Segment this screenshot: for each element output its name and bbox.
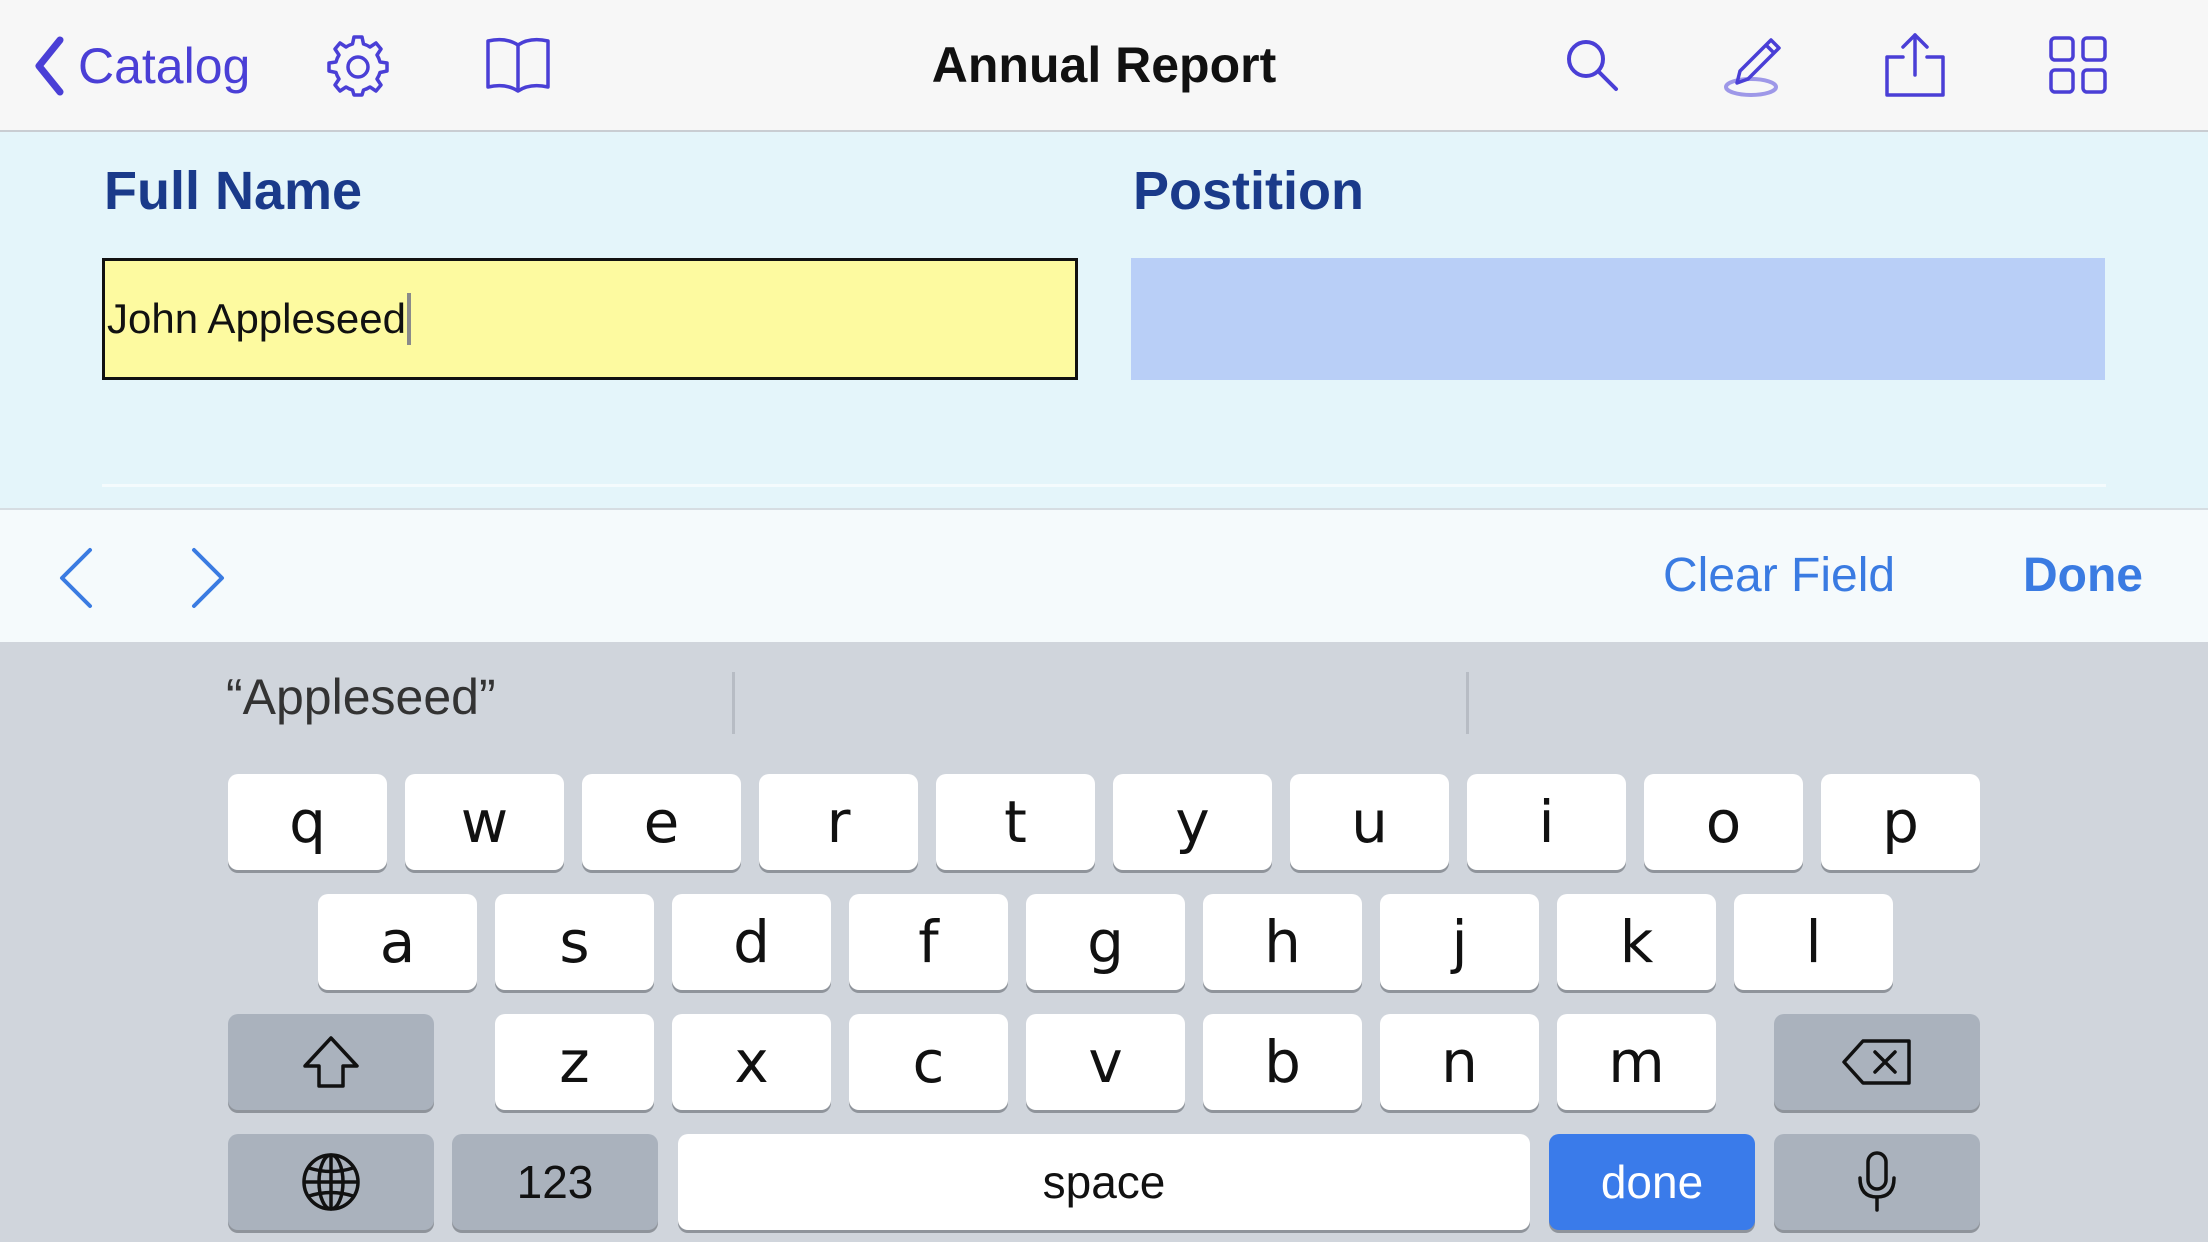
suggestion-divider <box>1466 672 1469 734</box>
shift-icon <box>303 1036 359 1088</box>
key-q[interactable]: q <box>228 774 387 870</box>
full-name-value: John Appleseed <box>107 295 406 342</box>
microphone-icon <box>1858 1151 1896 1212</box>
key-o[interactable]: o <box>1644 774 1803 870</box>
suggestion-1[interactable]: “Appleseed” <box>226 668 496 738</box>
space-key[interactable]: space <box>678 1134 1530 1230</box>
search-button[interactable] <box>1557 30 1627 100</box>
chevron-left-icon <box>35 36 64 96</box>
key-e[interactable]: e <box>582 774 741 870</box>
key-v[interactable]: v <box>1026 1014 1185 1110</box>
gear-icon <box>327 35 389 97</box>
key-h[interactable]: h <box>1203 894 1362 990</box>
key-k[interactable]: k <box>1557 894 1716 990</box>
numbers-key[interactable]: 123 <box>452 1134 658 1230</box>
position-label: Postition <box>1133 161 1364 221</box>
pen-icon <box>1724 38 1781 97</box>
done-button[interactable]: Done <box>2023 548 2143 603</box>
key-s[interactable]: s <box>495 894 654 990</box>
key-r[interactable]: r <box>759 774 918 870</box>
key-n[interactable]: n <box>1380 1014 1539 1110</box>
clear-field-button[interactable]: Clear Field <box>1663 548 1895 603</box>
next-field-button[interactable] <box>176 546 236 610</box>
divider <box>102 484 2106 487</box>
position-field[interactable] <box>1131 258 2105 380</box>
back-button[interactable]: Catalog <box>34 34 250 98</box>
key-a[interactable]: a <box>318 894 477 990</box>
key-j[interactable]: j <box>1380 894 1539 990</box>
key-g[interactable]: g <box>1026 894 1185 990</box>
search-icon <box>1567 40 1618 91</box>
chevron-left-icon <box>60 548 92 608</box>
input-accessory-bar: Clear Field Done <box>0 508 2208 642</box>
globe-icon <box>302 1153 360 1211</box>
grid-icon <box>2049 36 2107 94</box>
shift-key[interactable] <box>228 1014 434 1110</box>
key-p[interactable]: p <box>1821 774 1980 870</box>
back-button-label: Catalog <box>78 38 251 94</box>
share-icon <box>1885 33 1945 97</box>
key-c[interactable]: c <box>849 1014 1008 1110</box>
key-y[interactable]: y <box>1113 774 1272 870</box>
dictation-key[interactable] <box>1774 1134 1980 1230</box>
text-caret <box>406 293 411 345</box>
backspace-icon <box>1842 1039 1911 1085</box>
grid-view-button[interactable] <box>2043 30 2113 100</box>
key-m[interactable]: m <box>1557 1014 1716 1110</box>
globe-key[interactable] <box>228 1134 434 1230</box>
key-d[interactable]: d <box>672 894 831 990</box>
return-key[interactable]: done <box>1549 1134 1755 1230</box>
delete-key[interactable] <box>1774 1014 1980 1110</box>
share-button[interactable] <box>1880 30 1950 100</box>
navigation-bar: Catalog Annual Report <box>0 0 2208 132</box>
key-w[interactable]: w <box>405 774 564 870</box>
key-i[interactable]: i <box>1467 774 1626 870</box>
settings-button[interactable] <box>323 30 393 100</box>
key-t[interactable]: t <box>936 774 1095 870</box>
key-b[interactable]: b <box>1203 1014 1362 1110</box>
key-l[interactable]: l <box>1734 894 1893 990</box>
annotate-button[interactable] <box>1720 30 1790 100</box>
keyboard: “Appleseed” q w e r t y u i o p a s d f … <box>0 642 2208 1242</box>
suggestion-divider <box>732 672 735 734</box>
key-f[interactable]: f <box>849 894 1008 990</box>
chevron-right-icon <box>192 548 224 608</box>
full-name-label: Full Name <box>104 161 363 221</box>
full-name-field[interactable]: John Appleseed <box>102 258 1078 380</box>
key-u[interactable]: u <box>1290 774 1449 870</box>
key-x[interactable]: x <box>672 1014 831 1110</box>
form-area: Full Name Postition John Appleseed <box>0 132 2208 508</box>
previous-field-button[interactable] <box>48 546 108 610</box>
library-button[interactable] <box>483 30 553 100</box>
key-z[interactable]: z <box>495 1014 654 1110</box>
book-icon <box>486 37 550 93</box>
